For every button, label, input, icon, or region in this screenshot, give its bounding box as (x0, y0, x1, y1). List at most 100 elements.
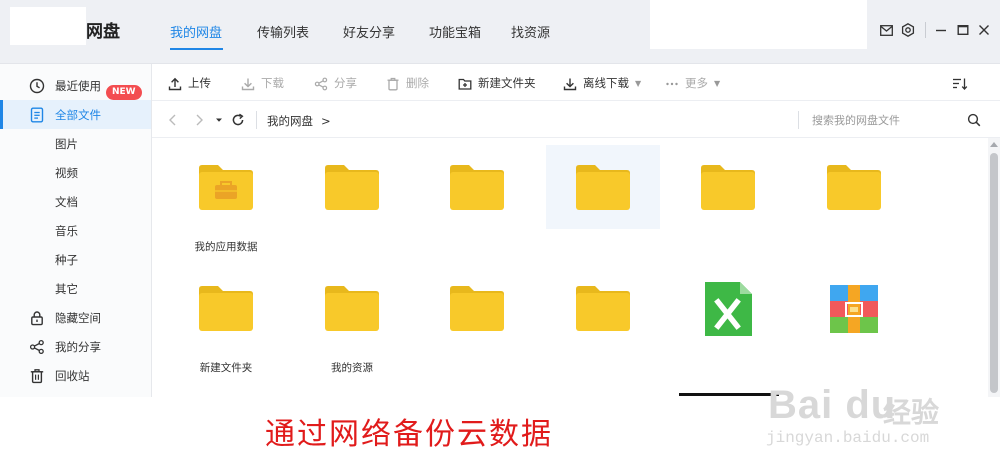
settings-icon[interactable] (900, 22, 916, 38)
sidebar-item-label: 其它 (55, 282, 78, 296)
clock-icon (29, 78, 45, 94)
refresh-icon[interactable] (231, 112, 245, 126)
trash-icon (29, 368, 45, 384)
sidebar-item-recycle-bin[interactable]: 回收站 (0, 361, 151, 390)
folder-item[interactable]: 我的资源 (295, 266, 409, 374)
history-dropdown-icon[interactable] (214, 112, 228, 126)
breadcrumb-item[interactable]: 我的网盘 (267, 114, 313, 128)
delete-button[interactable]: 删除 (386, 75, 429, 91)
folder-icon (450, 286, 504, 331)
vertical-scrollbar[interactable] (988, 138, 1000, 397)
window-controls-divider (925, 22, 926, 38)
sort-button[interactable] (952, 75, 972, 91)
folder-item[interactable] (671, 145, 785, 229)
scroll-up-icon[interactable] (990, 142, 998, 147)
offline-download-button[interactable]: 离线下载 ▼ (563, 75, 641, 91)
folder-icon (325, 165, 379, 210)
caption-text: 通过网络备份云数据 (265, 417, 553, 452)
minimize-icon[interactable] (933, 22, 949, 38)
offline-download-label: 离线下载 (583, 76, 629, 90)
more-icon (665, 76, 679, 90)
sidebar-item-hidden-space[interactable]: 隐藏空间 (0, 303, 151, 332)
folder-item[interactable] (797, 145, 911, 229)
tab-transfer-list[interactable]: 传输列表 (257, 22, 309, 41)
forward-icon[interactable] (192, 112, 206, 126)
sort-icon (952, 76, 968, 90)
share-icon (29, 339, 45, 355)
upload-icon (168, 76, 182, 91)
folder-item[interactable] (295, 145, 409, 229)
delete-label: 删除 (406, 76, 429, 90)
folder-item[interactable] (546, 145, 660, 229)
mail-icon[interactable] (878, 22, 894, 38)
file-name: 新建文件夹 (199, 362, 253, 374)
tab-my-netdisk[interactable]: 我的网盘 (170, 22, 222, 41)
breadcrumb-separator: > (321, 114, 331, 128)
more-button[interactable]: 更多 ▼ (665, 75, 720, 91)
search-input[interactable] (812, 110, 952, 130)
file-name: 我的应用数据 (194, 241, 258, 253)
sidebar-item-my-shares[interactable]: 我的分享 (0, 332, 151, 361)
sidebar-item-torrents[interactable]: 种子 (0, 245, 151, 274)
close-icon[interactable] (976, 22, 992, 38)
sidebar-item-documents[interactable]: 文档 (0, 187, 151, 216)
search-icon[interactable] (967, 112, 981, 127)
chevron-down-icon: ▼ (714, 78, 721, 88)
sidebar-item-other[interactable]: 其它 (0, 274, 151, 303)
sidebar-item-images[interactable]: 图片 (0, 129, 151, 158)
archive-file-item[interactable] (797, 266, 911, 350)
new-folder-icon (458, 76, 472, 90)
tab-find-resources[interactable]: 找资源 (511, 22, 550, 41)
scroll-thumb[interactable] (990, 153, 998, 393)
sidebar: 最近使用 NEW 全部文件 图片 视频 文档 音乐 种子 其它 隐藏空间 我的分… (0, 64, 152, 397)
top-bar: 网盘 我的网盘 传输列表 好友分享 功能宝箱 找资源 (0, 0, 1000, 64)
sidebar-item-label: 回收站 (55, 369, 90, 383)
user-info-area[interactable] (650, 0, 867, 49)
folder-item[interactable] (420, 145, 534, 229)
folder-item[interactable]: 我的应用数据 (169, 145, 283, 253)
tab-friend-share[interactable]: 好友分享 (343, 22, 395, 41)
sidebar-item-videos[interactable]: 视频 (0, 158, 151, 187)
app-title: 网盘 (86, 22, 120, 42)
folder-icon (450, 165, 504, 210)
share-icon (314, 76, 328, 91)
download-label: 下载 (261, 76, 284, 90)
breadcrumb[interactable]: 我的网盘 > (267, 113, 331, 129)
folder-item[interactable]: 新建文件夹 (169, 266, 283, 374)
address-divider (256, 111, 257, 129)
sidebar-item-music[interactable]: 音乐 (0, 216, 151, 245)
sidebar-item-label: 全部文件 (55, 108, 101, 122)
share-label: 分享 (334, 76, 357, 90)
excel-file-item[interactable] (671, 266, 785, 350)
new-folder-button[interactable]: 新建文件夹 (458, 75, 536, 91)
app-logo (10, 7, 86, 45)
new-badge: NEW (106, 85, 142, 100)
folder-item[interactable] (546, 266, 660, 350)
folder-icon (576, 286, 630, 331)
new-folder-label: 新建文件夹 (478, 76, 536, 90)
share-button[interactable]: 分享 (314, 75, 357, 91)
upload-button[interactable]: 上传 (168, 75, 211, 91)
upload-label: 上传 (188, 76, 211, 90)
netdisk-window: 网盘 我的网盘 传输列表 好友分享 功能宝箱 找资源 最近使用 NEW 全部文件… (0, 0, 1000, 468)
download-button[interactable]: 下载 (241, 75, 284, 91)
sidebar-item-all-files[interactable]: 全部文件 (0, 100, 151, 129)
trash-icon (386, 76, 400, 91)
folder-icon (701, 165, 755, 210)
folder-item[interactable] (420, 266, 534, 350)
tab-toolbox[interactable]: 功能宝箱 (429, 22, 481, 41)
app-folder-icon (199, 165, 253, 210)
sidebar-active-indicator (0, 100, 3, 129)
lock-icon (29, 310, 45, 326)
download-icon (241, 76, 255, 91)
sidebar-item-label: 音乐 (55, 224, 78, 238)
maximize-icon[interactable] (955, 22, 971, 38)
sidebar-item-label: 图片 (55, 137, 78, 151)
chevron-down-icon: ▼ (635, 78, 642, 88)
watermark-text: 经验 (883, 396, 940, 429)
active-tab-indicator (170, 48, 223, 50)
archive-file-icon (830, 285, 878, 333)
sidebar-item-label: 我的分享 (55, 340, 101, 354)
sidebar-item-recent[interactable]: 最近使用 NEW (0, 71, 151, 100)
back-icon[interactable] (166, 112, 180, 126)
